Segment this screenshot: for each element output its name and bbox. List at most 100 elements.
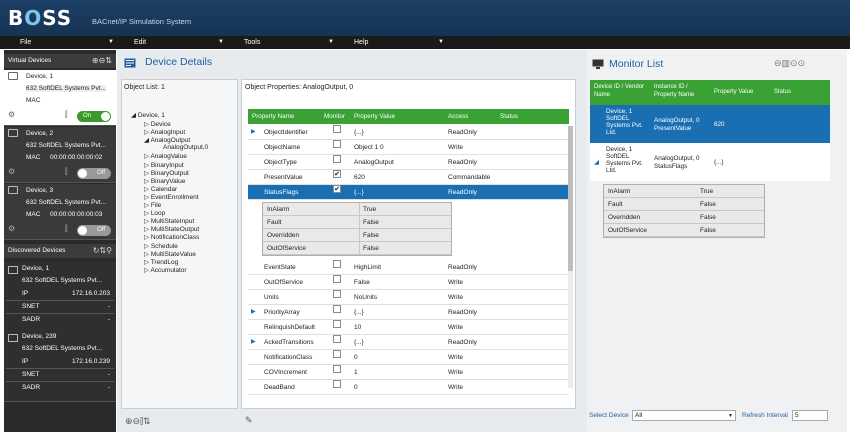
refresh-interval-label: Refresh Interval [742, 412, 788, 419]
property-row[interactable]: ObjectType AnalogOutput ReadOnly [248, 155, 569, 170]
monitor-row[interactable]: Device, 1 SoftDEL Systems Pvt. Ltd. AnalogOu… [590, 105, 830, 143]
device-details-title: Device Details [145, 56, 213, 68]
monitor-flag-row: InAlarm True [604, 185, 764, 198]
monitor-toolbar-icons[interactable]: ⊖▥⊙⊙ [774, 58, 805, 69]
virtual-devices-header: Virtual Devices ⊕⊖⇅ [4, 54, 116, 68]
monitor-flag-row: Overridden False [604, 211, 764, 224]
property-row[interactable]: RelinquishDefault 10 Write [248, 320, 569, 335]
flag-row: Overridden False [263, 229, 451, 242]
monitor-checkbox[interactable] [333, 155, 341, 163]
chevron-down-icon: ▼ [328, 39, 334, 45]
refresh-interval-input[interactable]: 5 [792, 410, 828, 421]
tree-item[interactable]: ◢ AnalogOutput [144, 136, 190, 144]
device-toggle[interactable]: On [77, 111, 111, 122]
tree-item[interactable]: ▷ BinaryValue [144, 177, 185, 185]
monitor-table-header: Device ID / Vendor Name Instance ID / Pr… [590, 80, 830, 105]
tree-item[interactable]: ▷ Loop [144, 209, 165, 217]
property-row[interactable]: NotificationClass 0 Write [248, 350, 569, 365]
property-row[interactable]: Units NoUnits Write [248, 290, 569, 305]
app-subtitle: BACnet/IP Simulation System [92, 17, 192, 26]
menu-edit[interactable]: Edit ▼ [122, 36, 228, 49]
monitor-checkbox[interactable] [333, 335, 341, 343]
add-remove-icons[interactable]: ⊕⊖⫿⇅ [125, 416, 151, 427]
tree-item[interactable]: ▷ BinaryInput [144, 161, 184, 169]
tree-root[interactable]: ◢ Device, 1 [131, 111, 165, 119]
select-device-label: Select Device [589, 412, 629, 419]
pencil-icon[interactable]: ✎ [245, 415, 253, 426]
properties-scrollbar[interactable] [568, 126, 573, 388]
monitor-checkbox[interactable] [333, 290, 341, 298]
details-bottom-bar: ⊕⊖⫿⇅ ✎ [117, 412, 587, 432]
tree-item[interactable]: AnalogOutput,0 [163, 144, 208, 151]
discovered-device-item[interactable]: Device, 239 632 SoftDEL Systems Pvt... I… [4, 330, 116, 402]
property-row[interactable]: ObjectName Object 1 0 Write [248, 140, 569, 155]
monitor-checkbox[interactable]: ✔ [333, 185, 341, 193]
menu-bar: File ▼ Edit ▼ Tools ▼ Help ▼ [0, 36, 850, 49]
property-row[interactable]: COVIncrement 1 Write [248, 365, 569, 380]
property-row[interactable]: ▶ PriorityArray {...} ReadOnly [248, 305, 569, 320]
monitor-checkbox[interactable]: ✔ [333, 170, 341, 178]
discovered-device-item[interactable]: Device, 1 632 SoftDEL Systems Pvt... IP … [4, 262, 116, 334]
property-row[interactable]: OutOfService False Write [248, 275, 569, 290]
property-row[interactable]: EventState HighLimit ReadOnly [248, 260, 569, 275]
device-toggle[interactable]: Off [77, 225, 111, 236]
tree-item[interactable]: ▷ MultiStateValue [144, 250, 196, 258]
select-device-dropdown[interactable]: All ▼ [632, 410, 736, 421]
monitor-flag-row: Fault False [604, 198, 764, 211]
tree-item[interactable]: ▷ Calendar [144, 185, 177, 193]
chevron-down-icon: ▼ [218, 39, 224, 45]
monitor-checkbox[interactable] [333, 125, 341, 133]
scroll-thumb[interactable] [568, 126, 573, 271]
tree-item[interactable]: ▷ MultiStateInput [144, 217, 194, 225]
virtual-device-item[interactable]: Device, 2 632 SoftDEL Systems Pvt... MAC… [4, 127, 116, 183]
monitor-checkbox[interactable] [333, 350, 341, 358]
settings-icon[interactable]: ⚙ [8, 224, 15, 233]
tree-item[interactable]: ▷ EventEnrollment [144, 193, 199, 201]
tree-item[interactable]: ▷ BinaryOutput [144, 169, 189, 177]
tree-item[interactable]: ▷ AnalogInput [144, 128, 185, 136]
menu-help[interactable]: Help ▼ [342, 36, 448, 49]
io-icon: ⫿ [65, 167, 68, 176]
virtual-device-item[interactable]: Device, 3 632 SoftDEL Systems Pvt... MAC… [4, 184, 116, 240]
monitor-checkbox[interactable] [333, 380, 341, 388]
menu-file[interactable]: File ▼ [8, 36, 118, 49]
tree-item[interactable]: ▷ Schedule [144, 242, 178, 250]
property-row[interactable]: PresentValue ✔ 620 Commandable [248, 170, 569, 185]
tree-item[interactable]: ▷ TrendLog [144, 258, 178, 266]
tree-item[interactable]: ▷ File [144, 201, 161, 209]
monitor-row[interactable]: Device, 1 SoftDEL Systems Pvt. Ltd. AnalogOu… [590, 143, 830, 181]
settings-icon[interactable]: ⚙ [8, 167, 15, 176]
menu-tools[interactable]: Tools ▼ [232, 36, 338, 49]
monitor-flag-row: OutOfService False [604, 224, 764, 237]
expand-icon[interactable]: ▶ [251, 125, 256, 140]
monitor-list-title: Monitor List [609, 58, 664, 70]
expand-icon[interactable]: ▶ [251, 305, 256, 320]
tree-item[interactable]: ▷ AnalogValue [144, 152, 187, 160]
tree-item[interactable]: ▷ NotificationClass [144, 233, 199, 241]
property-row[interactable]: ▶ AckedTransitions {...} ReadOnly [248, 335, 569, 350]
io-icon: ⫿ [65, 110, 68, 119]
monitor-checkbox[interactable] [333, 365, 341, 373]
property-row[interactable]: ◢ StatusFlags ✔ {...} ReadOnly [248, 185, 569, 200]
monitor-checkbox[interactable] [333, 305, 341, 313]
property-row[interactable]: DeadBand 0 Write [248, 380, 569, 395]
device-toggle[interactable]: Off [77, 168, 111, 179]
monitor-checkbox[interactable] [333, 275, 341, 283]
virtual-device-item[interactable]: Device, 1 632 SoftDEL Systems Pvt... MAC… [4, 70, 116, 126]
expand-icon[interactable]: ◢ [251, 185, 256, 200]
tree-item[interactable]: ▷ Device [144, 120, 171, 128]
expand-icon[interactable]: ▶ [251, 335, 256, 350]
tree-item[interactable]: ▷ Accumulator [144, 266, 187, 274]
add-remove-sort-icons[interactable]: ⊕⊖⇅ [92, 54, 112, 68]
monitor-checkbox[interactable] [333, 140, 341, 148]
tree-item[interactable]: ▷ MultiStateOutput [144, 225, 199, 233]
property-row[interactable]: ▶ ObjectIdentifier {...} ReadOnly [248, 125, 569, 140]
settings-icon[interactable]: ⚙ [8, 110, 15, 119]
monitor-checkbox[interactable] [333, 260, 341, 268]
monitor-checkbox[interactable] [333, 320, 341, 328]
refresh-sort-search-icons[interactable]: ↻⇅⚲ [93, 244, 112, 258]
io-icon: ⫿ [65, 224, 68, 233]
chevron-down-icon: ▼ [438, 39, 444, 45]
flag-row: OutOfService False [263, 242, 451, 255]
monitor-icon [8, 72, 18, 80]
